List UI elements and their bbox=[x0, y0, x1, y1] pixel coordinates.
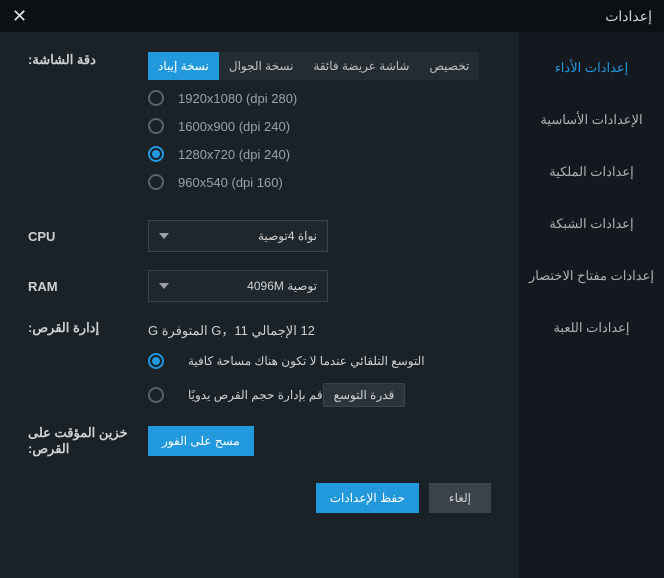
expand-capacity-chip[interactable]: قدرة التوسع bbox=[323, 383, 406, 407]
save-button[interactable]: حفظ الإعدادات bbox=[316, 483, 419, 513]
radio-960x540[interactable]: 960x540 (dpi 160) bbox=[148, 174, 491, 190]
radio-1600x900[interactable]: 1600x900 (dpi 240) bbox=[148, 118, 491, 134]
close-icon[interactable]: ✕ bbox=[12, 6, 27, 27]
disk-info: 12 الإجمالي G，11 المتوفرة G bbox=[148, 320, 491, 339]
radio-icon bbox=[148, 118, 164, 134]
chevron-down-icon bbox=[159, 233, 169, 239]
disk-label: إدارة القرص: bbox=[28, 320, 148, 336]
sidebar: إعدادات الأداء الإعدادات الأساسية إعدادا… bbox=[519, 32, 664, 578]
ram-label: RAM bbox=[28, 279, 148, 294]
radio-icon bbox=[148, 387, 164, 403]
cancel-button[interactable]: إلغاء bbox=[429, 483, 491, 513]
radio-icon bbox=[148, 174, 164, 190]
radio-icon bbox=[148, 353, 164, 369]
cache-label: خزين المؤقت على القرص: bbox=[28, 425, 148, 457]
ram-select[interactable]: توصية 4096M bbox=[148, 270, 328, 302]
radio-1280x720[interactable]: 1280x720 (dpi 240) bbox=[148, 146, 491, 162]
resolution-label: دقة الشاشة: bbox=[28, 52, 148, 68]
radio-1920x1080[interactable]: 1920x1080 (dpi 280) bbox=[148, 90, 491, 106]
cpu-label: CPU bbox=[28, 229, 148, 244]
sidebar-item-network[interactable]: إعدادات الشبكة bbox=[519, 198, 664, 250]
sidebar-item-ownership[interactable]: إعدادات الملكية bbox=[519, 146, 664, 198]
radio-icon bbox=[148, 90, 164, 106]
sidebar-item-game[interactable]: إعدادات اللعبة bbox=[519, 302, 664, 354]
tab-ultrawide[interactable]: شاشة عريضة فائقة bbox=[303, 52, 419, 80]
chevron-down-icon bbox=[159, 283, 169, 289]
radio-disk-manual[interactable]: قدرة التوسع قم بإدارة حجم القرص يدويًا bbox=[148, 383, 491, 407]
tab-mobile[interactable]: نسخة الجوال bbox=[219, 52, 304, 80]
window-title: إعدادات bbox=[605, 8, 652, 25]
cpu-select[interactable]: نواة 4توصية bbox=[148, 220, 328, 252]
tab-ipad[interactable]: نسخة إيباد bbox=[148, 52, 219, 80]
tab-custom[interactable]: تخصيص bbox=[419, 52, 479, 80]
sidebar-item-basic[interactable]: الإعدادات الأساسية bbox=[519, 94, 664, 146]
sidebar-item-performance[interactable]: إعدادات الأداء bbox=[519, 42, 664, 94]
clear-cache-button[interactable]: مسح على الفور bbox=[148, 426, 254, 456]
radio-disk-auto[interactable]: التوسع التلقائي عندما لا تكون هناك مساحة… bbox=[148, 353, 491, 369]
resolution-tabs: نسخة إيباد نسخة الجوال شاشة عريضة فائقة … bbox=[148, 52, 491, 80]
radio-icon bbox=[148, 146, 164, 162]
sidebar-item-shortcut[interactable]: إعدادات مفتاح الاختصار bbox=[519, 250, 664, 302]
